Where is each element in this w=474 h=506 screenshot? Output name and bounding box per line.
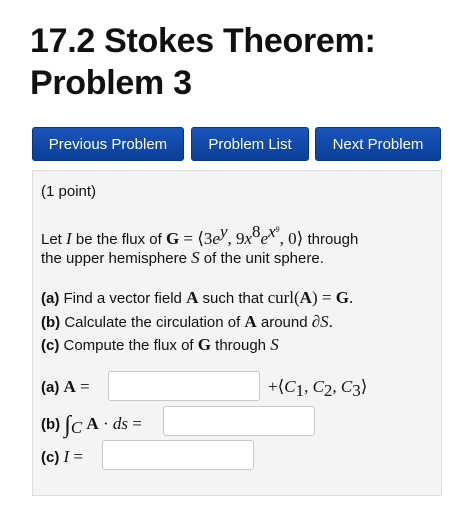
answer-c-input[interactable] bbox=[102, 440, 254, 470]
answer-b-label: (b) ∫C A · ds = bbox=[41, 412, 142, 438]
answer-a-input[interactable] bbox=[108, 371, 260, 401]
problem-statement-line1: Let I be the flux of G = ⟨3ey, 9x8ex9, 0… bbox=[41, 222, 359, 248]
page-title-line2: Problem 3 bbox=[30, 64, 192, 102]
part-a-instruction: (a) Find a vector field A such that curl… bbox=[41, 288, 354, 307]
next-problem-button[interactable]: Next Problem bbox=[315, 127, 441, 161]
page-title-line1: 17.2 Stokes Theorem: bbox=[30, 22, 376, 60]
page-title: 17.2 Stokes Theorem: Problem 3 bbox=[30, 20, 460, 104]
answer-a-label: (a) A = bbox=[41, 377, 90, 396]
problem-list-button[interactable]: Problem List bbox=[191, 127, 309, 161]
part-c-instruction: (c) Compute the flux of G through S bbox=[41, 335, 279, 354]
previous-problem-button[interactable]: Previous Problem bbox=[32, 127, 184, 161]
part-b-instruction: (b) Calculate the circulation of A aroun… bbox=[41, 312, 333, 331]
points-label: (1 point) bbox=[41, 183, 97, 200]
answer-c-label: (c) I = bbox=[41, 447, 84, 466]
problem-statement-line2: the upper hemisphere S of the unit spher… bbox=[41, 248, 324, 267]
answer-b-input[interactable] bbox=[163, 406, 315, 436]
answer-a-constant: +⟨C1, C2, C3⟩ bbox=[268, 377, 368, 400]
